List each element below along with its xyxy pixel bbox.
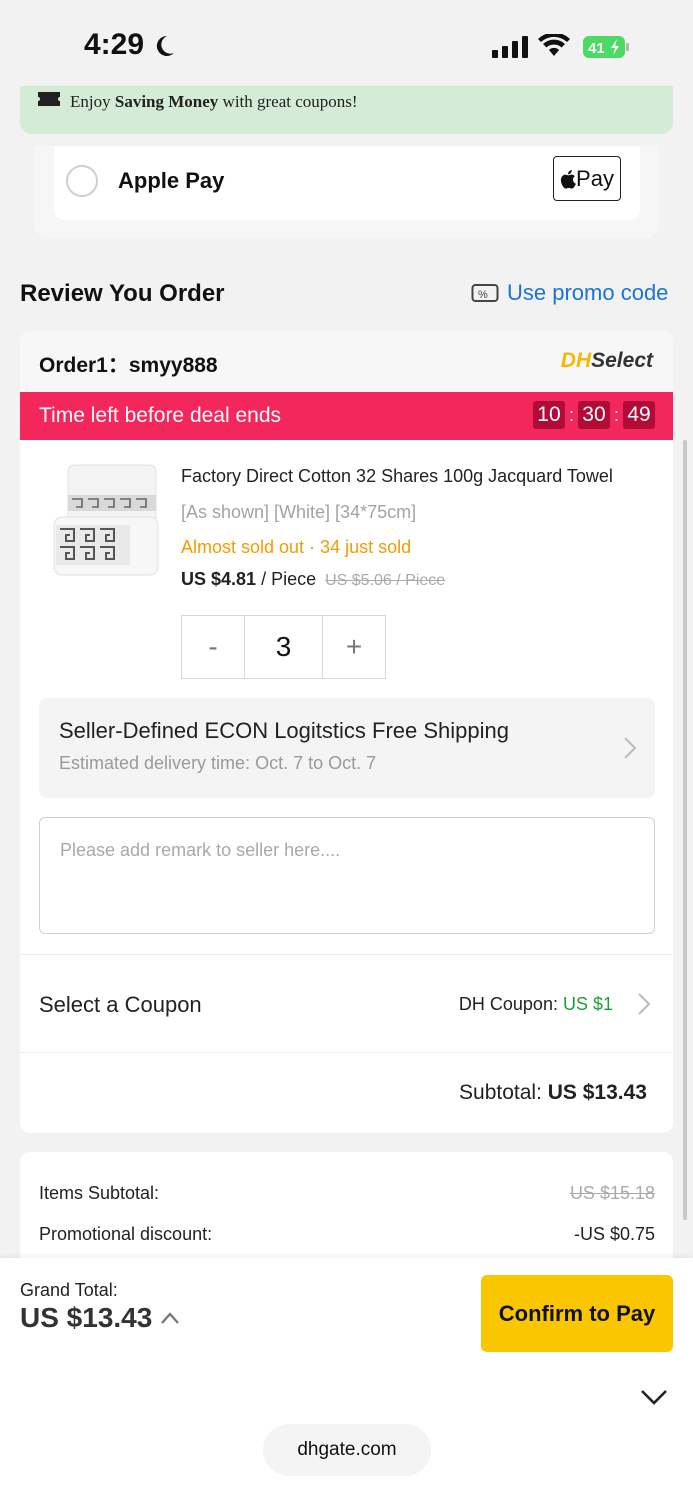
delivery-estimate: Estimated delivery time: Oct. 7 to Oct. …: [59, 753, 377, 773]
coupon-value: DH Coupon: US $1: [458, 994, 613, 1014]
chevron-up-icon: [161, 1312, 180, 1324]
battery-level: 41: [588, 40, 605, 57]
shipping-option[interactable]: Seller-Defined ECON Logitstics Free Ship…: [39, 698, 655, 798]
decrease-quantity-button[interactable]: -: [182, 616, 245, 678]
countdown-timer: 10 : 30 : 49: [532, 401, 655, 429]
shipping-method: Seller-Defined ECON Logitstics Free Ship…: [59, 718, 509, 743]
svg-text:%: %: [478, 289, 488, 301]
deal-countdown-bar: Time left before deal ends 10 : 30 : 49: [20, 392, 673, 440]
items-subtotal-label: Items Subtotal:: [39, 1183, 160, 1203]
url-bar[interactable]: dhgate.com: [263, 1424, 431, 1476]
apple-pay-badge-text: Pay: [576, 165, 614, 191]
items-subtotal-row: Items Subtotal: US $15.18: [39, 1183, 655, 1204]
confirm-to-pay-button[interactable]: Confirm to Pay: [481, 1275, 673, 1352]
order-subtotal: Subtotal: US $13.43: [459, 1081, 647, 1104]
price-unit: / Piece: [256, 569, 317, 589]
order-header: Order1：smyy888 DHSelect: [20, 331, 673, 391]
chevron-down-icon[interactable]: [640, 1388, 668, 1406]
order-card: Order1：smyy888 DHSelect Time left before…: [20, 331, 673, 1133]
price-summary-card: Items Subtotal: US $15.18 Promotional di…: [20, 1152, 673, 1272]
battery-icon: 41: [583, 36, 629, 58]
review-title: Review You Order: [20, 280, 225, 307]
divider: [20, 1052, 673, 1053]
stock-status: Almost sold out · 34 just sold: [181, 537, 412, 557]
promo-discount-label: Promotional discount:: [39, 1224, 213, 1244]
coupon-icon: %: [471, 284, 499, 302]
increase-quantity-button[interactable]: +: [322, 616, 385, 678]
select-coupon-row[interactable]: Select a Coupon DH Coupon: US $1: [20, 954, 673, 1052]
seller-remark-input[interactable]: [39, 817, 655, 934]
unit-price: US $4.81: [181, 569, 257, 589]
scrollbar[interactable]: [683, 440, 687, 1220]
apple-pay-badge: Pay: [553, 156, 621, 201]
promo-code-label: Use promo code: [507, 280, 669, 305]
quantity-value[interactable]: 3: [245, 616, 322, 678]
moon-icon: [156, 35, 174, 56]
chevron-right-icon: [638, 993, 651, 1015]
quantity-stepper: - 3 +: [181, 615, 386, 679]
grand-total[interactable]: US $13.43: [20, 1302, 180, 1334]
items-subtotal-value: US $15.18: [569, 1183, 655, 1203]
order-id: Order1：smyy888: [39, 354, 218, 377]
ticket-icon: [38, 92, 60, 106]
status-time: 4:29: [84, 28, 145, 61]
original-price: US $5.06 / Piece: [325, 572, 446, 589]
wifi-icon: [538, 34, 570, 56]
timer-seconds: 49: [623, 401, 655, 429]
select-coupon-label: Select a Coupon: [39, 992, 202, 1017]
promo-code-link[interactable]: % Use promo code: [471, 280, 668, 306]
product-variant: [As shown] [White] [34*75cm]: [181, 502, 417, 522]
coupon-banner-text: Enjoy Saving Money with great coupons!: [70, 92, 358, 111]
status-bar: 4:29 41: [0, 0, 693, 96]
apple-pay-label: Apple Pay: [118, 168, 225, 193]
timer-minutes: 30: [577, 401, 610, 429]
product-image[interactable]: [50, 459, 162, 581]
deal-text: Time left before deal ends: [39, 404, 282, 427]
grand-total-value: US $13.43: [20, 1302, 153, 1333]
signal-icon: [492, 36, 528, 58]
product-title[interactable]: Factory Direct Cotton 32 Shares 100g Jac…: [181, 466, 656, 487]
price-row: US $4.81 / Piece US $5.06 / Piece: [181, 569, 445, 590]
timer-hours: 10: [532, 401, 565, 429]
chevron-right-icon: [624, 737, 637, 759]
promo-discount-row: Promotional discount: -US $0.75: [39, 1224, 655, 1245]
apple-icon: [560, 169, 576, 189]
checkout-bar: Grand Total: US $13.43 Confirm to Pay dh…: [0, 1258, 693, 1500]
dh-select-badge: DHSelect: [560, 349, 653, 372]
grand-total-label: Grand Total:: [20, 1280, 118, 1300]
apple-pay-radio[interactable]: [66, 165, 98, 197]
promo-discount-value: -US $0.75: [573, 1224, 655, 1244]
